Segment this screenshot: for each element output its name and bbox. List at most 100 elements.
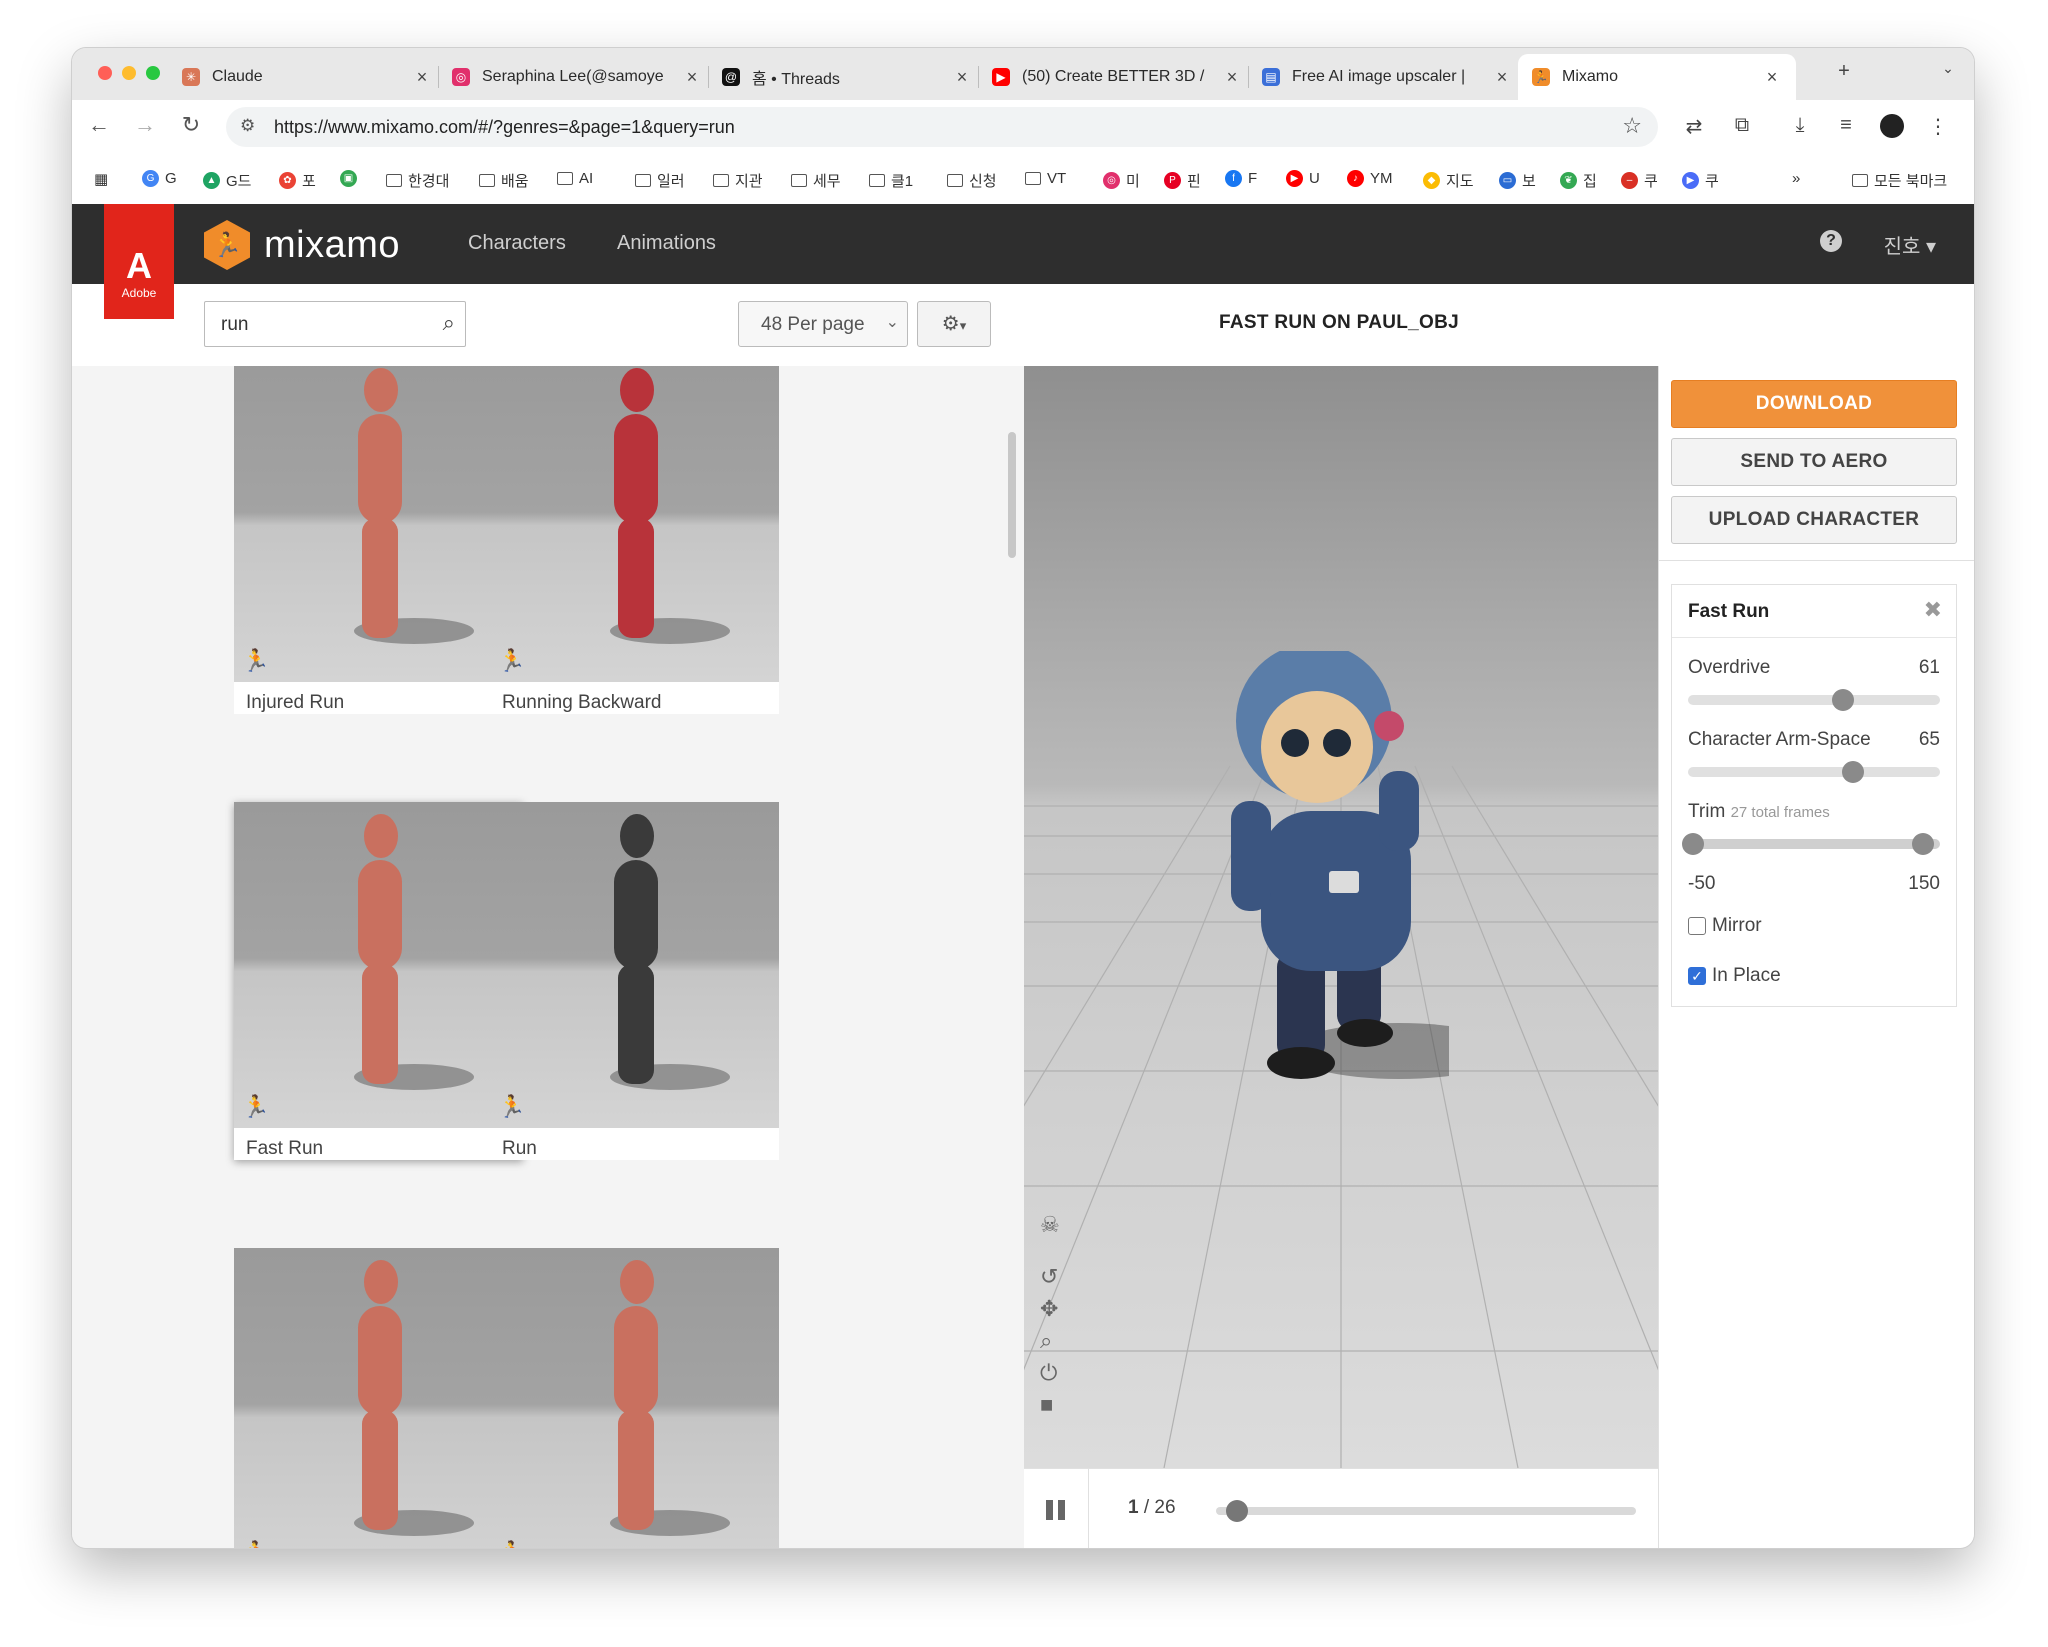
reload-icon[interactable]: ↻ xyxy=(176,112,206,138)
forward-icon[interactable]: → xyxy=(130,112,160,138)
new-tab-button[interactable]: + xyxy=(1830,60,1858,83)
close-window-button[interactable] xyxy=(98,66,112,80)
tab-3[interactable]: @ 홈 • Threads × xyxy=(722,54,972,100)
animation-card[interactable]: 🏃Drunk Run Forward xyxy=(234,1248,523,1548)
bookmark-8[interactable]: 일러 xyxy=(635,170,685,191)
tab-2[interactable]: ◎ Seraphina Lee(@samoye × xyxy=(452,54,702,100)
settings-dropdown-button[interactable]: ⚙▾ xyxy=(917,301,991,347)
tab-search-icon[interactable]: ⌄ xyxy=(1934,60,1962,77)
bookmark-4[interactable]: ▣ xyxy=(340,170,357,187)
checkbox-checked-icon[interactable]: ✓ xyxy=(1688,967,1706,985)
menu-icon[interactable]: ⋮ xyxy=(1924,114,1952,139)
bookmark-21[interactable]: ❦ 집 xyxy=(1560,170,1597,191)
extensions-icon[interactable]: ⧉ xyxy=(1728,114,1756,137)
mirror-checkbox[interactable]: Mirror xyxy=(1688,915,1762,937)
nav-animations[interactable]: Animations xyxy=(617,232,716,255)
trim-end-thumb[interactable] xyxy=(1912,833,1934,855)
close-tab-icon[interactable]: × xyxy=(952,67,972,88)
skull-icon[interactable]: ☠ xyxy=(1040,1212,1060,1238)
bookmark-6[interactable]: 배움 xyxy=(479,170,529,191)
minimize-window-button[interactable] xyxy=(122,66,136,80)
bookmark-9[interactable]: 지관 xyxy=(713,170,763,191)
bookmark-star-icon[interactable]: ☆ xyxy=(1622,113,1642,139)
overdrive-slider[interactable] xyxy=(1688,695,1940,705)
send-to-aero-button[interactable]: SEND TO AERO xyxy=(1671,438,1957,486)
animation-thumbnail[interactable]: 🏃 xyxy=(490,802,779,1128)
bookmark-12[interactable]: 신청 xyxy=(947,170,997,191)
animation-thumbnail[interactable]: 🏃 xyxy=(234,802,523,1128)
bookmark-10[interactable]: 세무 xyxy=(791,170,841,191)
pause-button[interactable] xyxy=(1024,1469,1089,1548)
animation-thumbnail[interactable]: 🏃 xyxy=(234,366,523,682)
url-text[interactable]: https://www.mixamo.com/#/?genres=&page=1… xyxy=(274,117,735,138)
checkbox-icon[interactable] xyxy=(1688,917,1706,935)
adobe-badge[interactable]: A Adobe xyxy=(104,204,174,319)
animation-card[interactable]: 🏃 Running Backward xyxy=(490,366,779,714)
rotate-icon[interactable]: ↺ xyxy=(1040,1264,1058,1290)
mixamo-logo[interactable]: 🏃 mixamo xyxy=(204,220,400,270)
upload-character-button[interactable]: UPLOAD CHARACTER xyxy=(1671,496,1957,544)
tab-1[interactable]: ✳ Claude × xyxy=(182,54,432,100)
bookmarks-overflow-button[interactable]: » xyxy=(1792,170,1800,187)
address-bar[interactable]: ⚙ https://www.mixamo.com/#/?genres=&page… xyxy=(226,107,1658,147)
bookmark-19[interactable]: ◆ 지도 xyxy=(1423,170,1474,191)
bookmark-23[interactable]: ▶ 쿠 xyxy=(1682,170,1719,191)
all-bookmarks-folder[interactable]: 모든 북마크 xyxy=(1852,170,1947,191)
bookmark-14[interactable]: ◎ 미 xyxy=(1103,170,1140,191)
site-settings-icon[interactable]: ⚙ xyxy=(240,116,255,136)
bookmark-3[interactable]: ✿ 포 xyxy=(279,170,316,191)
bookmark-17[interactable]: ▶ U xyxy=(1286,170,1320,187)
animation-card[interactable]: 🏃 Injured Run xyxy=(234,366,523,714)
animation-card[interactable]: 🏃Slow Run xyxy=(490,1248,779,1548)
translate-icon[interactable]: ⇄ xyxy=(1680,114,1708,139)
move-icon[interactable]: ✥ xyxy=(1040,1296,1058,1322)
animation-card[interactable]: 🏃 Run xyxy=(490,802,779,1160)
trim-range-slider[interactable] xyxy=(1688,839,1940,849)
animation-thumbnail[interactable]: 🏃 xyxy=(490,366,779,682)
apps-grid-icon[interactable]: ▦ xyxy=(94,170,108,188)
bookmark-16[interactable]: fF xyxy=(1225,170,1257,187)
close-tab-icon[interactable]: × xyxy=(1492,67,1512,88)
arm-space-slider[interactable] xyxy=(1688,767,1940,777)
search-icon[interactable]: ⌕ xyxy=(443,310,455,336)
timeline-thumb[interactable] xyxy=(1226,1500,1248,1522)
bookmark-20[interactable]: ▭ 보 xyxy=(1499,170,1536,191)
in-place-checkbox[interactable]: ✓ In Place xyxy=(1688,965,1781,987)
zoom-icon[interactable]: ⌕ xyxy=(1040,1328,1052,1354)
search-input[interactable]: run ⌕ xyxy=(204,301,466,347)
animation-thumbnail[interactable]: 🏃 xyxy=(490,1248,779,1548)
back-icon[interactable]: ← xyxy=(84,112,114,138)
help-icon[interactable]: ? xyxy=(1820,230,1842,252)
close-tab-icon[interactable]: × xyxy=(1762,67,1782,88)
close-icon[interactable]: ✖ xyxy=(1924,597,1942,623)
bookmark-13[interactable]: VT xyxy=(1025,170,1066,187)
bookmark-11[interactable]: 클1 xyxy=(869,170,913,191)
close-tab-icon[interactable]: × xyxy=(1222,67,1242,88)
profile-avatar[interactable] xyxy=(1878,114,1906,144)
scrollbar-thumb[interactable] xyxy=(1008,432,1016,558)
user-menu[interactable]: 진호 ▾ xyxy=(1884,230,1936,259)
download-button[interactable]: DOWNLOAD xyxy=(1671,380,1957,428)
bookmark-7[interactable]: AI xyxy=(557,170,593,187)
arm-space-slider-thumb[interactable] xyxy=(1842,761,1864,783)
media-icon[interactable]: ≡ xyxy=(1832,114,1860,137)
search-value[interactable]: run xyxy=(221,314,248,336)
bookmark-5[interactable]: 한경대 xyxy=(386,170,449,191)
timeline-track[interactable] xyxy=(1216,1507,1636,1515)
maximize-window-button[interactable] xyxy=(146,66,160,80)
trim-start-thumb[interactable] xyxy=(1682,833,1704,855)
close-tab-icon[interactable]: × xyxy=(682,67,702,88)
bookmark-22[interactable]: – 쿠 xyxy=(1621,170,1658,191)
close-tab-icon[interactable]: × xyxy=(412,67,432,88)
overdrive-slider-thumb[interactable] xyxy=(1832,689,1854,711)
nav-characters[interactable]: Characters xyxy=(468,232,566,255)
camera-icon[interactable]: ■ xyxy=(1040,1392,1053,1418)
per-page-select[interactable]: 48 Per page ⌄ xyxy=(738,301,908,347)
bookmark-2[interactable]: ▲ G드 xyxy=(203,170,251,191)
animation-thumbnail[interactable]: 🏃 xyxy=(234,1248,523,1548)
bookmark-18[interactable]: ♪ YM xyxy=(1347,170,1393,187)
animation-card[interactable]: 🏃 Fast Run xyxy=(234,802,523,1160)
3d-viewport[interactable]: ☠ ↺ ✥ ⌕ ⏻ ■ xyxy=(1024,366,1658,1468)
grid-scrollbar[interactable] xyxy=(1004,366,1025,1548)
bookmark-1[interactable]: GG xyxy=(142,170,177,187)
